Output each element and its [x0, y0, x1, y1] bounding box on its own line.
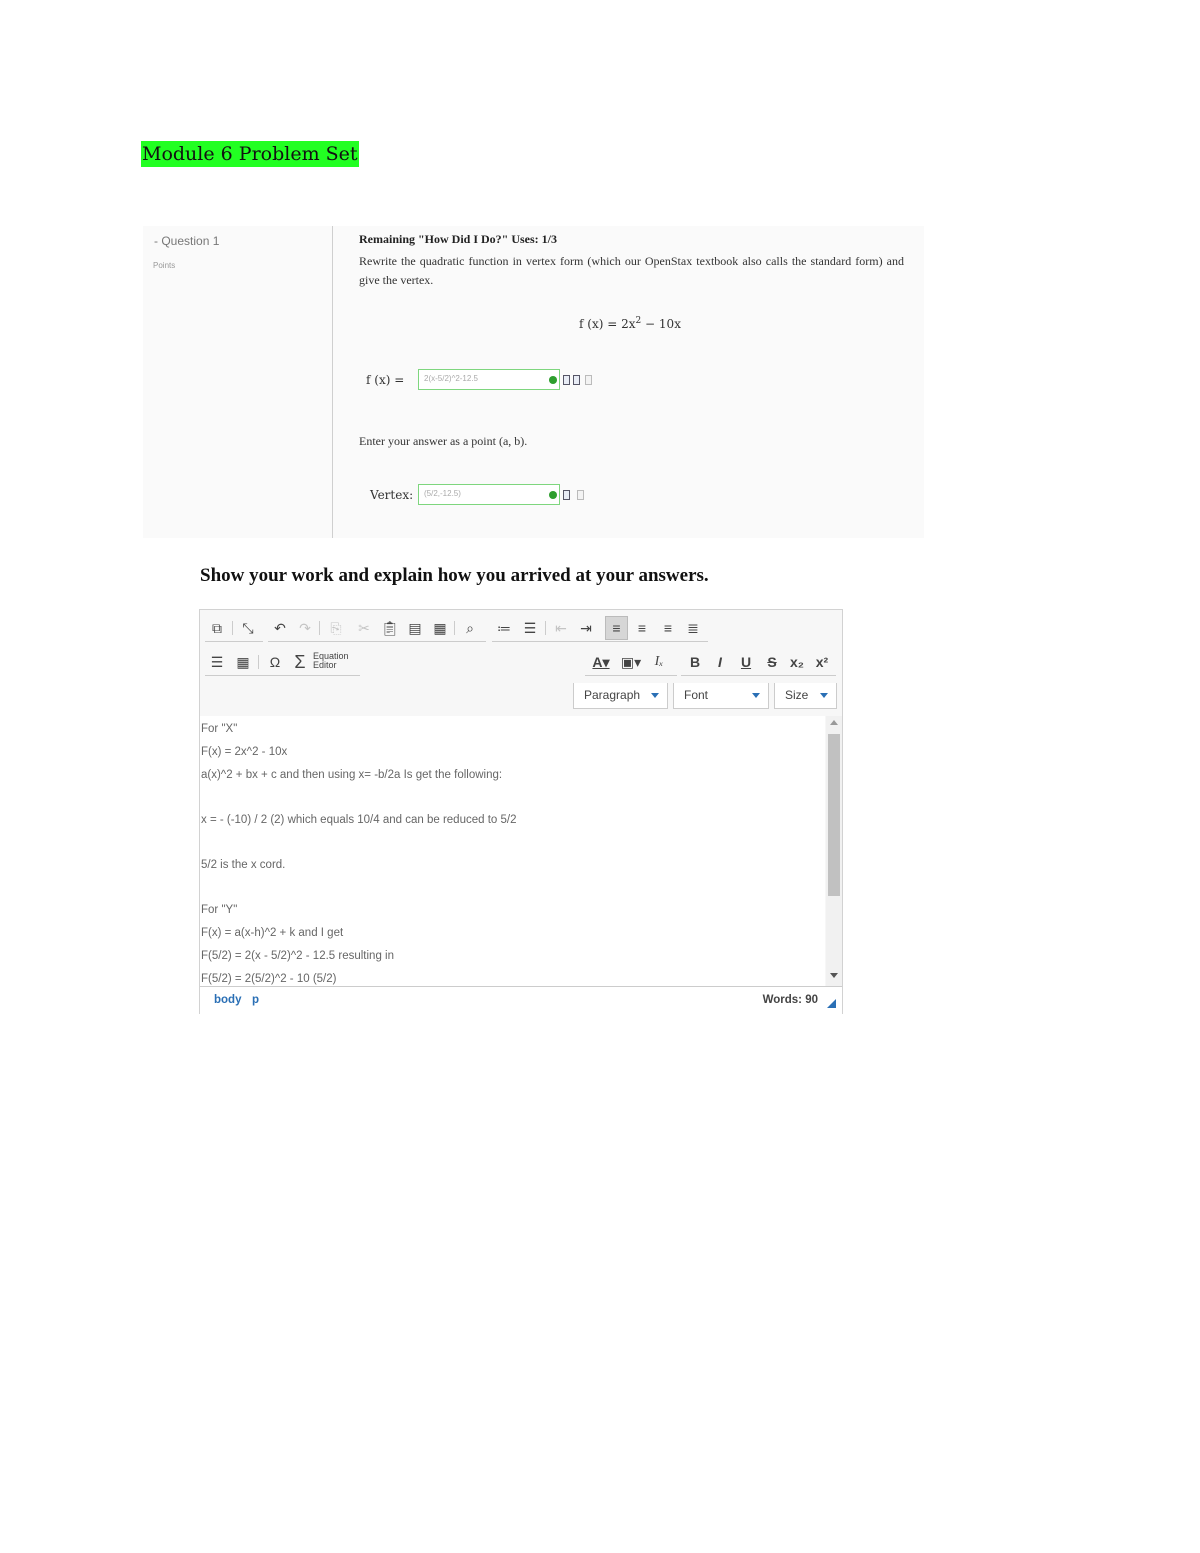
table-icon[interactable]: ▦ — [233, 652, 253, 672]
chevron-down-icon — [752, 693, 760, 698]
scroll-up-icon[interactable] — [830, 720, 838, 725]
chevron-down-icon — [820, 693, 828, 698]
help-icon[interactable] — [577, 490, 584, 500]
correct-check-icon — [549, 376, 557, 384]
editor-status-bar: body p Words: 90 — [200, 986, 842, 1014]
question-divider — [332, 226, 333, 538]
toolbar-group-edit: ↶ ↷ ⎘ ✂ 📋︎ ▤ ▦ ⌕ — [268, 615, 486, 642]
align-center-icon[interactable]: ≡ — [632, 618, 652, 638]
content-line: a(x)^2 + bx + c and then using x= -b/2a … — [201, 769, 503, 781]
find-icon[interactable]: ⌕ — [460, 618, 480, 638]
content-line: 5/2 is the x cord. — [201, 859, 286, 871]
help-icon[interactable] — [585, 375, 592, 385]
question-instructions: Rewrite the quadratic function in vertex… — [359, 254, 904, 287]
align-left-icon[interactable]: ≡ — [605, 616, 628, 640]
undo-icon[interactable]: ↶ — [270, 618, 290, 638]
horizontal-line-icon[interactable]: ☰ — [207, 652, 227, 672]
chevron-down-icon — [651, 693, 659, 698]
scrollbar-thumb[interactable] — [828, 734, 840, 896]
point-prompt: Enter your answer as a point (a, b). — [359, 434, 528, 448]
cut-icon[interactable]: ✂ — [354, 618, 374, 638]
toolbar-group-text-style: B I U S x₂ x² — [681, 649, 836, 676]
paragraph-select[interactable]: Paragraph — [573, 683, 668, 709]
indent-icon[interactable]: ⇥ — [576, 618, 596, 638]
clear-formatting-icon[interactable]: Iₓ — [649, 652, 669, 672]
subscript-icon[interactable]: x₂ — [787, 652, 807, 672]
toolbar-group-view: ⧉ ⤡ — [205, 615, 263, 642]
content-line: F(5/2) = 2(x - 5/2)^2 - 12.5 resulting i… — [201, 950, 394, 962]
text-color-icon[interactable]: A▾ — [588, 652, 614, 672]
content-line: F(5/2) = 2(5/2)^2 - 10 (5/2) — [201, 973, 337, 985]
page-title: Module 6 Problem Set — [141, 141, 359, 167]
question-label-text: Question 1 — [161, 234, 220, 248]
question-points: Points — [153, 261, 176, 270]
paragraph-select-label: Paragraph — [584, 688, 641, 702]
equation-editor-label[interactable]: Equation Editor — [313, 652, 357, 670]
font-select-label: Font — [684, 688, 709, 702]
sigma-icon[interactable]: Σ — [290, 652, 310, 672]
editor-toolbar: ⧉ ⤡ ↶ ↷ ⎘ ✂ 📋︎ ▤ ▦ ⌕ ≔ ☰ ⇤ ⇥ ≡ ≡ ≡ ≣ ☰ ▦… — [200, 610, 842, 716]
special-character-icon[interactable]: Ω — [265, 652, 285, 672]
remaining-uses: Remaining "How Did I Do?" Uses: 1/3 — [359, 232, 557, 246]
toolbar-group-paragraph: ≔ ☰ ⇤ ⇥ ≡ ≡ ≡ ≣ — [492, 615, 708, 642]
content-line: For "Y" — [201, 904, 238, 916]
toolbar-group-insert: ☰ ▦ Ω Σ Equation Editor — [205, 649, 360, 676]
italic-icon[interactable]: I — [710, 652, 730, 672]
copy-icon[interactable]: ⎘ — [326, 618, 346, 638]
toolbar-group-color: A▾ ▣▾ Iₓ — [585, 649, 677, 676]
content-line: For "X" — [201, 723, 238, 735]
word-count: Words: 90 — [762, 994, 818, 1006]
preview-icon[interactable] — [563, 490, 570, 500]
source-code-icon[interactable]: ⧉ — [207, 618, 227, 638]
redo-icon[interactable]: ↷ — [295, 618, 315, 638]
rich-text-editor: ⧉ ⤡ ↶ ↷ ⎘ ✂ 📋︎ ▤ ▦ ⌕ ≔ ☰ ⇤ ⇥ ≡ ≡ ≡ ≣ ☰ ▦… — [199, 609, 843, 1014]
work-heading: Show your work and explain how you arriv… — [200, 565, 709, 586]
bold-icon[interactable]: B — [685, 652, 705, 672]
superscript-icon[interactable]: x² — [812, 652, 832, 672]
align-justify-icon[interactable]: ≣ — [683, 618, 703, 638]
scroll-down-icon[interactable] — [830, 973, 838, 978]
paste-word-icon[interactable]: ▦ — [430, 618, 450, 638]
question-function: f (x) = 2x2 − 10x — [560, 316, 700, 331]
underline-icon[interactable]: U — [736, 652, 756, 672]
background-color-icon[interactable]: ▣▾ — [618, 652, 644, 672]
answer1-label: f (x) = — [366, 373, 405, 387]
content-line: x = - (-10) / 2 (2) which equals 10/4 an… — [201, 814, 517, 826]
outdent-icon[interactable]: ⇤ — [551, 618, 571, 638]
answer2-label: Vertex: — [370, 488, 414, 502]
function-rhs: − 10x — [641, 317, 681, 331]
editor-content[interactable]: For "X" F(x) = 2x^2 - 10x a(x)^2 + bx + … — [200, 716, 825, 986]
correct-check-icon — [549, 491, 557, 499]
fullscreen-icon[interactable]: ⤡ — [238, 618, 258, 638]
numbered-list-icon[interactable]: ≔ — [494, 618, 514, 638]
font-select[interactable]: Font — [673, 683, 769, 709]
equation-icon[interactable] — [573, 375, 580, 385]
size-select-label: Size — [785, 688, 809, 702]
paste-icon[interactable]: 📋︎ — [380, 618, 400, 638]
function-lhs: f (x) = 2x — [579, 317, 636, 331]
preview-icon[interactable] — [563, 375, 570, 385]
bulleted-list-icon[interactable]: ☰ — [520, 618, 540, 638]
size-select[interactable]: Size — [774, 683, 837, 709]
content-line: F(x) = 2x^2 - 10x — [201, 746, 288, 758]
paste-text-icon[interactable]: ▤ — [405, 618, 425, 638]
strikethrough-icon[interactable]: S — [762, 652, 782, 672]
path-p[interactable]: p — [252, 994, 259, 1006]
resize-handle-icon[interactable] — [827, 999, 836, 1008]
answer1-input[interactable]: 2(x-5/2)^2-12.5 — [418, 369, 560, 390]
answer2-input[interactable]: (5/2,-12.5) — [418, 484, 560, 505]
content-line: F(x) = a(x-h)^2 + k and I get — [201, 927, 344, 939]
align-right-icon[interactable]: ≡ — [658, 618, 678, 638]
question-label[interactable]: - Question 1 — [154, 234, 219, 248]
path-body[interactable]: body — [214, 994, 241, 1006]
